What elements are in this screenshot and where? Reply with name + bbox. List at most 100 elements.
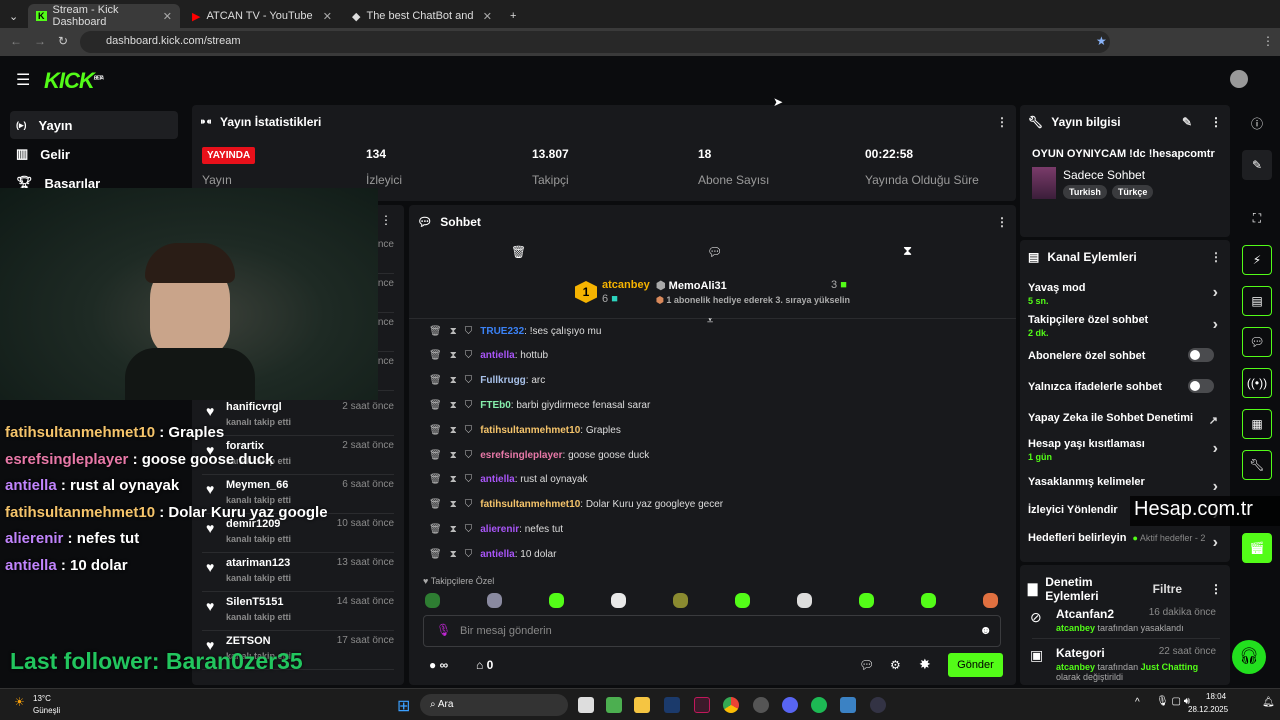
toggle-switch[interactable]: [1188, 379, 1214, 393]
trash-icon[interactable]: 🗑︎: [429, 425, 442, 436]
chat-username[interactable]: FTEb0: [480, 400, 511, 411]
chevron-right-icon[interactable]: ›: [1213, 534, 1218, 552]
spotify-icon[interactable]: [811, 697, 827, 713]
timeout-hourglass-icon[interactable]: ⧗: [450, 400, 457, 411]
gear-icon[interactable]: ⚙: [890, 658, 901, 672]
emote[interactable]: [487, 593, 502, 608]
tab-youtube[interactable]: ▶ ATCAN TV - YouTube ✕: [184, 4, 340, 28]
chat-username[interactable]: antiella: [480, 350, 514, 361]
discord-icon[interactable]: [782, 697, 798, 713]
feed-item[interactable]: ♥ SilenT5151 kanalı takip etti 14 saat önce: [202, 592, 394, 631]
trash-icon[interactable]: 🗑︎: [429, 499, 442, 510]
chat-username[interactable]: Fullkrugg: [480, 375, 526, 386]
hamburger-menu-icon[interactable]: ☰: [16, 70, 30, 90]
channel-action-4[interactable]: Yapay Zeka ile Sohbet Denetimi ↗: [1028, 412, 1222, 427]
more-icon[interactable]: ⋮: [380, 213, 392, 227]
badge-star-icon[interactable]: ✸: [919, 656, 931, 673]
obs-icon[interactable]: [753, 697, 769, 713]
hourglass-icon[interactable]: ⧗: [903, 243, 912, 259]
emote[interactable]: [735, 593, 750, 608]
channel-action-6[interactable]: Yasaklanmış kelimeler ›: [1028, 476, 1222, 495]
tab-chatbot[interactable]: ◆ The best ChatBot and Widgets ✕: [344, 4, 500, 28]
task-view-icon[interactable]: [578, 697, 594, 713]
emoji-icon[interactable]: ☻: [979, 623, 992, 637]
wrench-icon[interactable]: 🔧︎: [1242, 450, 1272, 480]
tab-kick-dashboard[interactable]: K Stream - Kick Dashboard ✕: [28, 4, 180, 28]
chat-icon[interactable]: 💬︎: [1242, 327, 1272, 357]
notes-icon[interactable]: ▤: [1242, 286, 1272, 316]
feed-item[interactable]: ♥ hanificvrgl kanalı takip etti 2 saat önce: [202, 397, 394, 436]
support-headset-icon[interactable]: 🎧︎: [1232, 640, 1266, 674]
taskbar-search[interactable]: ⌕ Ara: [420, 694, 568, 716]
stream-video-icon[interactable]: ▦: [1242, 409, 1272, 439]
chevron-right-icon[interactable]: ›: [1213, 316, 1218, 334]
chrome-icon[interactable]: [723, 697, 739, 713]
weather-icon[interactable]: ☀: [14, 695, 25, 709]
edit-icon[interactable]: ✎: [1182, 115, 1192, 129]
chevron-right-icon[interactable]: ›: [1213, 440, 1218, 458]
timeout-hourglass-icon[interactable]: ⧗: [450, 524, 457, 535]
toggle-switch[interactable]: [1188, 348, 1214, 362]
forward-icon[interactable]: →: [34, 34, 46, 48]
minecraft-icon[interactable]: [606, 697, 622, 713]
clock-date[interactable]: 28.12.2025: [1188, 705, 1228, 714]
channel-points[interactable]: ● ∞: [429, 658, 448, 672]
trash-icon[interactable]: 🗑︎: [429, 524, 442, 535]
trash-icon[interactable]: 🗑︎: [429, 350, 442, 361]
emote[interactable]: [673, 593, 688, 608]
sidebar-item-gelir[interactable]: ▥ Gelir: [10, 140, 178, 168]
external-link-icon[interactable]: ↗: [1209, 414, 1218, 427]
trash-icon[interactable]: 🗑︎: [429, 400, 442, 411]
trash-icon[interactable]: 🗑︎: [429, 450, 442, 461]
app-icon[interactable]: [840, 697, 856, 713]
category-name[interactable]: Sadece Sohbet: [1063, 168, 1145, 182]
emote[interactable]: [859, 593, 874, 608]
emote[interactable]: [425, 593, 440, 608]
clock-time[interactable]: 18:04: [1206, 692, 1226, 701]
chevron-right-icon[interactable]: ›: [1213, 284, 1218, 302]
lightning-icon[interactable]: ⚡︎: [1242, 245, 1272, 275]
send-button[interactable]: Gönder: [948, 653, 1003, 677]
emote[interactable]: [611, 593, 626, 608]
emote[interactable]: [921, 593, 936, 608]
tag[interactable]: Turkish: [1063, 185, 1107, 199]
more-icon[interactable]: ⋮: [1210, 115, 1222, 129]
leaderboard-second-name[interactable]: ⬢ MemoAli31: [656, 279, 727, 292]
trash-icon[interactable]: 🗑︎: [429, 474, 442, 485]
shop[interactable]: ⌂ 0: [476, 658, 493, 672]
more-icon[interactable]: ⋮: [996, 215, 1008, 229]
back-icon[interactable]: ←: [10, 34, 22, 48]
file-explorer-icon[interactable]: [634, 697, 650, 713]
close-icon[interactable]: ✕: [163, 10, 172, 23]
chat-username[interactable]: fatihsultanmehmet10: [480, 425, 580, 436]
timeout-hourglass-icon[interactable]: ⧗: [450, 450, 457, 461]
chat-username[interactable]: alierenir: [480, 524, 519, 535]
chevron-right-icon[interactable]: ›: [1213, 478, 1218, 496]
close-icon[interactable]: ✕: [483, 10, 492, 23]
filter-button[interactable]: Filtre: [1153, 582, 1182, 596]
tray-chevron-icon[interactable]: ^: [1135, 697, 1140, 708]
notifications-icon[interactable]: 🔔︎: [1262, 697, 1275, 708]
trash-icon[interactable]: 🗑︎: [511, 245, 526, 259]
chat-username[interactable]: TRUE232: [480, 326, 524, 337]
close-icon[interactable]: ✕: [323, 10, 332, 23]
trash-icon[interactable]: 🗑︎: [429, 326, 442, 337]
new-tab-button[interactable]: +: [502, 4, 524, 28]
clapper-icon[interactable]: 🎬︎: [1242, 533, 1272, 563]
timeout-hourglass-icon[interactable]: ⧗: [450, 474, 457, 485]
channel-action-1[interactable]: Takipçilere özel sohbet 2 dk. ›: [1028, 314, 1222, 338]
chat-username[interactable]: antiella: [480, 549, 514, 560]
reload-icon[interactable]: ↻: [58, 34, 68, 48]
channel-action-5[interactable]: Hesap yaşı kısıtlaması 1 gün ›: [1028, 438, 1222, 462]
sidebar-item-yayin[interactable]: (▸) Yayın: [10, 111, 178, 139]
chat-settings-bubble-icon[interactable]: 💬︎: [859, 658, 874, 672]
info-icon[interactable]: ⓘ: [1242, 108, 1272, 138]
chat-icon[interactable]: 💬︎: [707, 245, 722, 259]
url-input[interactable]: dashboard.kick.com/stream: [80, 31, 1110, 53]
bookmark-star-icon[interactable]: ★: [1096, 34, 1107, 48]
microphone-icon[interactable]: 🎙︎: [436, 623, 451, 637]
emote[interactable]: [549, 593, 564, 608]
app-icon[interactable]: [870, 697, 886, 713]
edit-icon[interactable]: ✎: [1242, 150, 1272, 180]
channel-action-8[interactable]: Hedefleri belirleyin ● Aktif hedefler - 2…: [1028, 532, 1222, 551]
